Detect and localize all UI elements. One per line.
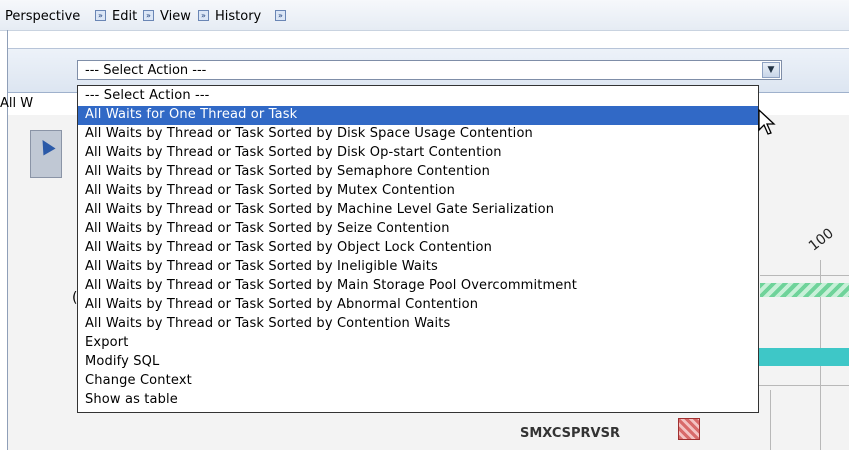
pointer-tool-button[interactable] xyxy=(30,130,62,178)
view-arrow-icon[interactable]: » xyxy=(198,10,209,21)
option-main-storage-pool[interactable]: All Waits by Thread or Task Sorted by Ma… xyxy=(78,277,758,296)
menu-history[interactable]: History xyxy=(215,9,261,24)
chart-row-label: SMXCSPRVSR xyxy=(520,426,620,441)
select-action-options[interactable]: --- Select Action --- All Waits for One … xyxy=(77,85,759,413)
chart-bar-red xyxy=(678,418,700,440)
menu-bar: Perspective » Edit » View » History » xyxy=(0,0,849,31)
option-disk-op-start[interactable]: All Waits by Thread or Task Sorted by Di… xyxy=(78,144,758,163)
option-export[interactable]: Export xyxy=(78,334,758,353)
chart-gridline xyxy=(770,390,771,450)
option-all-waits-one-thread[interactable]: All Waits for One Thread or Task xyxy=(78,106,758,125)
option-contention-waits[interactable]: All Waits by Thread or Task Sorted by Co… xyxy=(78,315,758,334)
select-action-dropdown[interactable]: --- Select Action --- ▼ xyxy=(77,60,782,80)
option-abnormal-contention[interactable]: All Waits by Thread or Task Sorted by Ab… xyxy=(78,296,758,315)
pointer-icon xyxy=(36,136,56,156)
history-arrow-icon[interactable]: » xyxy=(275,10,286,21)
perspective-arrow-icon[interactable]: » xyxy=(95,10,106,21)
select-action-value: --- Select Action --- xyxy=(85,63,207,78)
option-machine-level-gate[interactable]: All Waits by Thread or Task Sorted by Ma… xyxy=(78,201,758,220)
menu-view[interactable]: View xyxy=(160,9,191,24)
option-select-action[interactable]: --- Select Action --- xyxy=(78,87,758,106)
mouse-cursor-icon xyxy=(758,108,776,135)
option-mutex[interactable]: All Waits by Thread or Task Sorted by Mu… xyxy=(78,182,758,201)
option-seize[interactable]: All Waits by Thread or Task Sorted by Se… xyxy=(78,220,758,239)
option-change-context[interactable]: Change Context xyxy=(78,372,758,391)
chevron-down-icon[interactable]: ▼ xyxy=(762,62,780,78)
edit-arrow-icon[interactable]: » xyxy=(143,10,154,21)
menu-perspective[interactable]: Perspective xyxy=(5,9,80,24)
option-show-as-table[interactable]: Show as table xyxy=(78,391,758,410)
menu-edit[interactable]: Edit xyxy=(112,9,137,24)
chart-gridline xyxy=(760,275,849,276)
option-object-lock[interactable]: All Waits by Thread or Task Sorted by Ob… xyxy=(78,239,758,258)
option-semaphore[interactable]: All Waits by Thread or Task Sorted by Se… xyxy=(78,163,758,182)
option-modify-sql[interactable]: Modify SQL xyxy=(78,353,758,372)
option-ineligible-waits[interactable]: All Waits by Thread or Task Sorted by In… xyxy=(78,258,758,277)
tab-all-waits[interactable]: All W xyxy=(0,96,33,111)
option-disk-space-usage[interactable]: All Waits by Thread or Task Sorted by Di… xyxy=(78,125,758,144)
chart-bar-green xyxy=(760,283,849,297)
